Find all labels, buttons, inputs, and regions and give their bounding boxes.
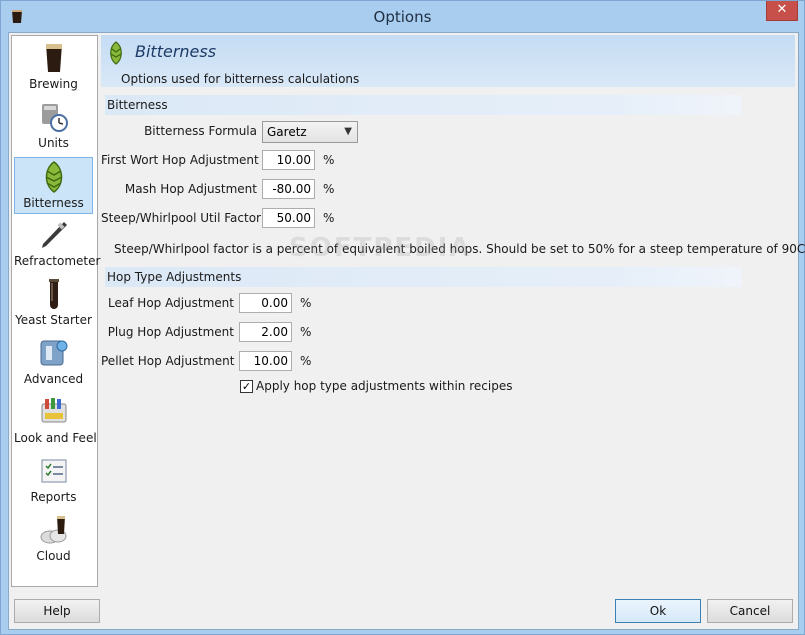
sidebar-item-label: Yeast Starter: [15, 313, 92, 327]
chevron-down-icon: ▼: [344, 126, 352, 137]
apply-hop-adjustments-checkbox[interactable]: ✓: [240, 380, 253, 393]
sidebar-item-cloud[interactable]: Cloud: [14, 511, 93, 568]
units-icon: [41, 104, 68, 132]
advanced-icon: [40, 340, 67, 366]
window-title: Options: [373, 8, 432, 26]
sidebar-item-units[interactable]: Units: [14, 98, 93, 155]
cancel-button[interactable]: Cancel: [707, 599, 793, 623]
sidebar-item-label: Refractometer: [14, 254, 101, 268]
pellet-hop-label: Pellet Hop Adjustment: [101, 354, 235, 368]
hop-icon: [45, 161, 62, 193]
apply-hop-adjustments-label[interactable]: Apply hop type adjustments within recipe…: [256, 379, 512, 393]
bitterness-formula-select[interactable]: Garetz ▼: [262, 121, 358, 143]
bitterness-formula-label: Bitterness Formula: [144, 124, 257, 138]
sidebar-item-bitterness[interactable]: Bitterness: [14, 157, 93, 214]
cloud-icon: [40, 516, 66, 544]
sidebar-item-look-and-feel[interactable]: Look and Feel: [14, 393, 97, 450]
plug-hop-input[interactable]: [239, 322, 292, 342]
beer-glass-icon: [45, 44, 62, 72]
page-title: Bitterness: [135, 42, 217, 61]
pellet-hop-input[interactable]: [239, 351, 292, 371]
percent-label: %: [323, 153, 335, 167]
options-content: Bitterness Options used for bitterness c…: [101, 33, 805, 589]
options-sidebar: Brewing Units Bitterness Refractometer Y…: [11, 35, 101, 587]
close-button[interactable]: ✕: [766, 1, 798, 21]
sidebar-item-yeast-starter[interactable]: Yeast Starter: [14, 275, 93, 332]
leaf-hop-label: Leaf Hop Adjustment: [108, 296, 234, 310]
percent-label: %: [323, 211, 335, 225]
percent-label: %: [300, 354, 312, 368]
sidebar-item-advanced[interactable]: Advanced: [14, 334, 93, 391]
first-wort-label: First Wort Hop Adjustment: [101, 153, 259, 167]
sidebar-item-label: Cloud: [36, 549, 71, 563]
paint-icon: [41, 398, 66, 423]
test-tube-icon: [48, 279, 59, 309]
first-wort-input[interactable]: [262, 150, 315, 170]
ok-button[interactable]: Ok: [615, 599, 701, 623]
select-value: Garetz: [267, 125, 307, 139]
hop-type-section-header: Hop Type Adjustments: [105, 267, 742, 287]
sidebar-item-label: Bitterness: [23, 196, 84, 210]
sidebar-item-brewing[interactable]: Brewing: [14, 39, 93, 96]
plug-hop-label: Plug Hop Adjustment: [107, 325, 234, 339]
mash-hop-input[interactable]: [262, 179, 315, 199]
help-button[interactable]: Help: [14, 599, 100, 623]
reports-icon: [41, 459, 66, 483]
steep-factor-input[interactable]: [262, 208, 315, 228]
sidebar-item-label: Brewing: [29, 77, 78, 91]
sidebar-item-label: Units: [38, 136, 69, 150]
percent-label: %: [300, 296, 312, 310]
page-header: Bitterness Options used for bitterness c…: [101, 35, 795, 87]
watermark: SOFTPEDIA: [289, 233, 472, 263]
refractometer-icon: [41, 222, 67, 248]
options-window: Options ✕ Brewing Units Bitterness Refra…: [0, 0, 805, 635]
section-label: Hop Type Adjustments: [107, 270, 242, 284]
steep-factor-label: Steep/Whirlpool Util Factor: [101, 211, 261, 225]
percent-label: %: [323, 182, 335, 196]
bitterness-section-header: Bitterness: [105, 95, 742, 115]
client-area: Brewing Units Bitterness Refractometer Y…: [8, 32, 805, 630]
page-subtitle: Options used for bitterness calculations: [121, 72, 360, 86]
sidebar-item-refractometer[interactable]: Refractometer: [14, 216, 101, 273]
section-label: Bitterness: [107, 98, 168, 112]
sidebar-item-label: Look and Feel: [14, 431, 97, 445]
mash-hop-label: Mash Hop Adjustment: [124, 182, 257, 196]
leaf-hop-input[interactable]: [239, 293, 292, 313]
hop-icon: [110, 41, 122, 65]
title-bar[interactable]: Options ✕: [1, 1, 804, 32]
sidebar-item-label: Reports: [30, 490, 77, 504]
sidebar-item-label: Advanced: [23, 372, 84, 386]
percent-label: %: [300, 325, 312, 339]
sidebar-item-reports[interactable]: Reports: [14, 452, 93, 509]
